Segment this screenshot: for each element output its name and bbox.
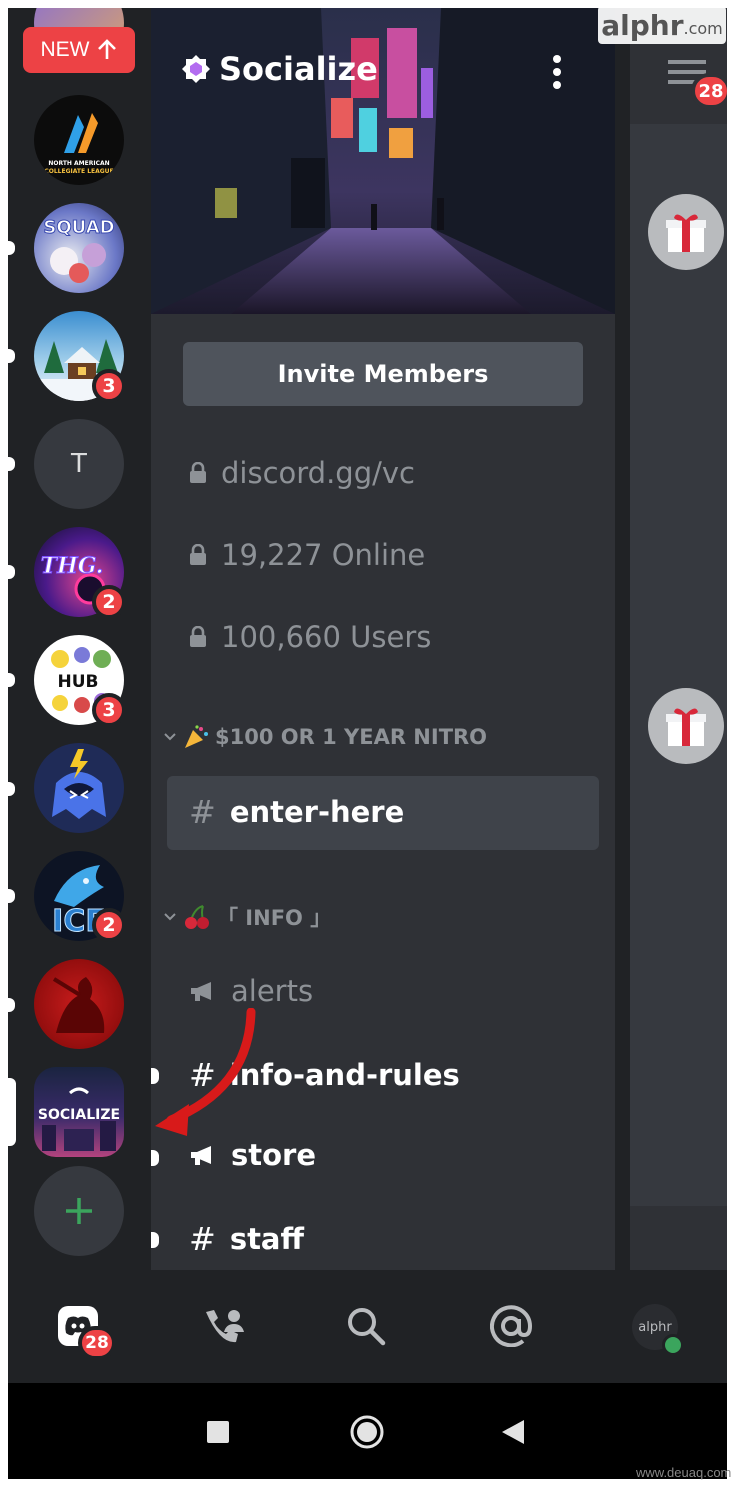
hash-icon: # <box>189 793 216 831</box>
home-unread-badge: 28 <box>78 1326 116 1360</box>
partner-badge-icon <box>182 55 210 83</box>
category-info[interactable]: 「 INFO 」 <box>163 902 331 932</box>
more-options-icon[interactable] <box>551 54 563 90</box>
footer-watermark: www.deuaq.com <box>636 1465 732 1480</box>
app-frame: NEW NORTH AMERICAN COLLEGIATE LEAGUE SQU… <box>8 8 727 1479</box>
friends-icon[interactable] <box>202 1308 246 1346</box>
channel-row-invite-link[interactable]: discord.gg/vc <box>189 456 415 490</box>
gift-icon <box>666 214 706 252</box>
squad-logo-icon: SQUAD <box>43 217 115 283</box>
server-label: SOCIALIZE <box>38 1107 120 1123</box>
gift-icon <box>666 708 706 746</box>
warrior-silhouette-icon <box>52 977 105 1033</box>
svg-text:SQUAD: SQUAD <box>43 217 114 238</box>
channel-staff[interactable]: # staff <box>189 1220 304 1258</box>
chat-input-area[interactable] <box>630 1206 727 1270</box>
android-navigation-bar <box>8 1383 727 1479</box>
unread-indicator <box>151 1232 159 1248</box>
unread-badge: 3 <box>92 369 126 403</box>
server-name-text: Socialize <box>219 50 378 88</box>
svg-text:THG.: THG. <box>41 553 104 579</box>
category-nitro[interactable]: $100 OR 1 YEAR NITRO <box>163 724 487 750</box>
home-button[interactable] <box>349 1414 385 1450</box>
unread-indicator <box>8 565 15 579</box>
server-icon-socialize[interactable]: SOCIALIZE <box>34 1067 124 1157</box>
new-messages-pill[interactable]: NEW <box>23 27 135 73</box>
socialize-logo-icon: SOCIALIZE <box>38 1087 120 1151</box>
search-icon[interactable] <box>346 1306 386 1346</box>
server-initial: T <box>71 449 87 479</box>
unread-indicator <box>8 998 15 1012</box>
plus-icon <box>66 1198 92 1224</box>
lock-icon <box>190 626 206 647</box>
recent-apps-button[interactable] <box>207 1421 229 1443</box>
selected-server-indicator <box>8 1078 16 1146</box>
profile-avatar-label: alphr <box>638 1319 672 1335</box>
back-button[interactable] <box>500 1418 526 1446</box>
svg-text:COLLEGIATE LEAGUE: COLLEGIATE LEAGUE <box>44 168 113 175</box>
server-icon-nacl[interactable]: NORTH AMERICAN COLLEGIATE LEAGUE <box>34 95 124 185</box>
unread-badge: 2 <box>92 908 126 942</box>
unread-badge: 2 <box>92 585 126 619</box>
invite-members-button[interactable]: Invite Members <box>183 342 583 406</box>
svg-text:HUB: HUB <box>58 672 99 692</box>
online-status-dot <box>662 1334 684 1356</box>
red-arrow-annotation <box>155 1008 256 1136</box>
server-rail: NEW NORTH AMERICAN COLLEGIATE LEAGUE SQU… <box>8 8 151 1270</box>
chevron-down-icon <box>164 913 176 921</box>
server-icon-squad[interactable]: SQUAD <box>34 203 124 293</box>
unread-indicator <box>8 241 15 255</box>
mentions-icon[interactable] <box>490 1305 532 1347</box>
unread-badge: 3 <box>92 693 126 727</box>
channel-row-online-count[interactable]: 19,227 Online <box>189 538 425 572</box>
lightning-mascot-icon <box>52 749 106 819</box>
channel-enter-here[interactable]: # enter-here <box>189 793 404 831</box>
server-icon-lightning[interactable] <box>34 743 124 833</box>
cherries-icon <box>185 905 209 929</box>
unread-indicator <box>8 457 15 471</box>
server-icon-t[interactable]: T <box>34 419 124 509</box>
alphr-watermark: alphr .com <box>598 6 726 44</box>
party-popper-icon <box>185 725 208 748</box>
add-server-button[interactable] <box>34 1166 124 1256</box>
lock-icon <box>190 462 206 483</box>
hash-icon: # <box>189 1220 216 1258</box>
server-banner: Socialize <box>151 8 615 314</box>
channel-row-user-count[interactable]: 100,660 Users <box>189 620 431 654</box>
megaphone-icon <box>191 982 211 1001</box>
channel-alerts[interactable]: alerts <box>189 974 313 1008</box>
channel-panel: Socialize Invite Members discord.gg/vc 1… <box>151 8 615 1270</box>
arrow-up-icon <box>97 39 116 59</box>
avatar[interactable] <box>648 688 724 764</box>
server-icon-red[interactable] <box>34 959 124 1049</box>
svg-text:NORTH AMERICAN: NORTH AMERICAN <box>48 160 109 167</box>
bottom-navigation: 28 alphr <box>8 1270 727 1383</box>
nacl-logo-icon: NORTH AMERICAN COLLEGIATE LEAGUE <box>44 113 114 175</box>
avatar[interactable] <box>648 194 724 270</box>
unread-indicator <box>8 673 15 687</box>
server-name[interactable]: Socialize <box>181 50 378 88</box>
unread-indicator <box>8 782 15 796</box>
menu-unread-badge: 28 <box>691 73 727 109</box>
unread-indicator <box>8 889 15 903</box>
chevron-down-icon <box>164 733 176 741</box>
chat-peek-strip: 28 <box>630 8 727 1270</box>
unread-indicator <box>8 349 15 363</box>
lock-icon <box>190 544 206 565</box>
